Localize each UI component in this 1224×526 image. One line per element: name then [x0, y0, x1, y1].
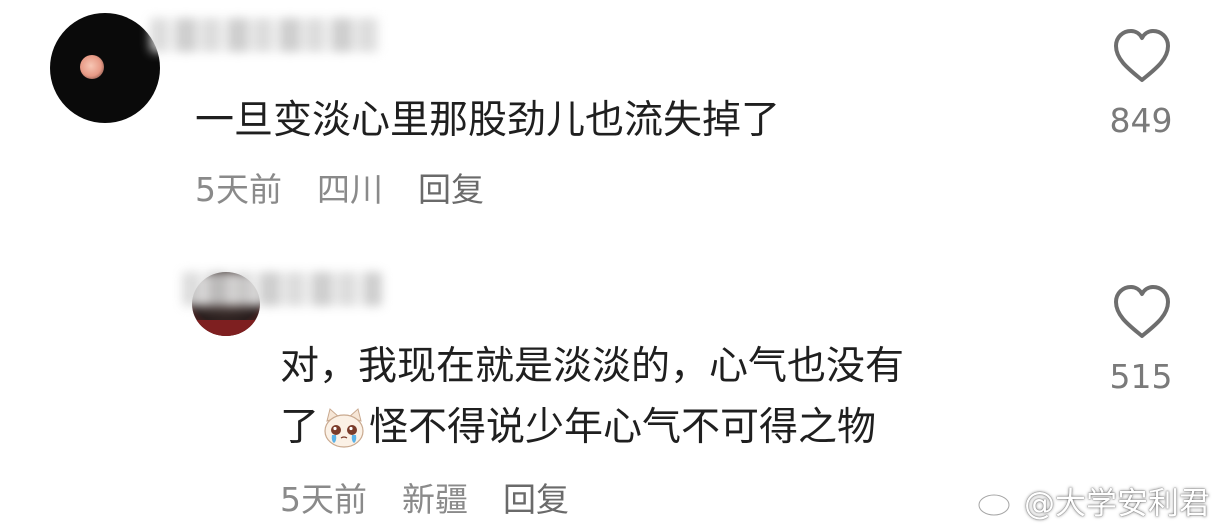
heart-outline-icon: [1114, 285, 1170, 338]
like-count: 515: [1109, 357, 1173, 396]
comment-location: 新疆: [402, 480, 468, 519]
comment-text: 一旦变淡心里那股劲儿也流失掉了: [195, 98, 781, 143]
comment-meta: 5天前 四川 回复: [195, 170, 484, 210]
avatar-detail: [192, 320, 260, 336]
watermark-text: @大学安利君: [1024, 486, 1210, 522]
watermark: @大学安利君: [976, 478, 1210, 523]
like-button[interactable]: [1112, 28, 1172, 88]
comment-meta: 5天前 新疆 回复: [280, 480, 569, 520]
comment-text-prefix: 了: [280, 405, 320, 450]
username-blurred[interactable]: [150, 18, 380, 52]
heart-outline-icon: [1114, 29, 1170, 82]
like-count: 849: [1109, 101, 1173, 140]
weibo-logo-icon: [977, 487, 1018, 516]
comment-text-suffix: 怪不得说少年心气不可得之物: [369, 405, 877, 450]
crying-cat-emoji-icon: [324, 408, 364, 448]
avatar[interactable]: [50, 13, 160, 123]
username-blurred[interactable]: [182, 272, 382, 306]
avatar-detail: [80, 55, 104, 79]
comment-location: 四川: [317, 170, 383, 209]
reply-button[interactable]: 回复: [503, 480, 569, 520]
reply-button[interactable]: 回复: [418, 170, 484, 210]
comment-time: 5天前: [280, 480, 367, 519]
comment-text-line-2: 了 怪不得说少年心气不可得之物: [280, 403, 876, 453]
comment-time: 5天前: [195, 170, 282, 209]
comment-text-line-1: 对，我现在就是淡淡的，心气也没有: [280, 344, 905, 389]
like-button[interactable]: [1112, 284, 1172, 344]
